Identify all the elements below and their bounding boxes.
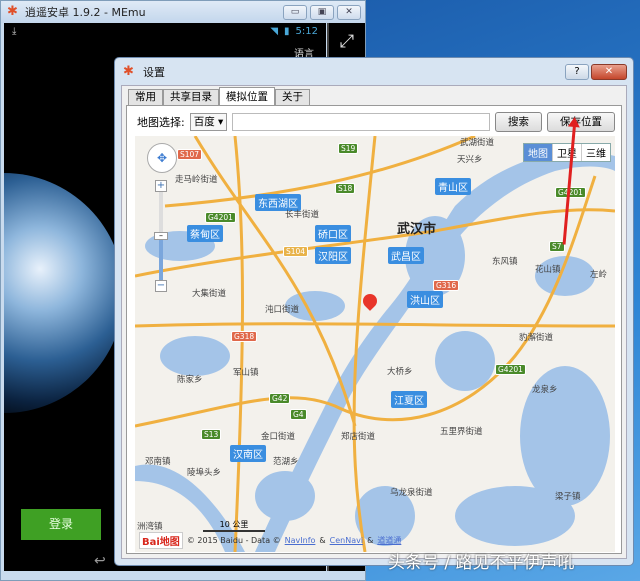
town-label: 金口街道: [261, 432, 296, 442]
close-dialog-button[interactable]: ✕: [591, 64, 627, 80]
town-label: 天兴乡: [457, 155, 483, 165]
tab-general[interactable]: 常用: [128, 89, 163, 105]
mock-location-panel: 地图选择: 百度 ▾ 搜索 保存位置 武汉市 东西湖区 硚口区 汉阳区 武昌区 …: [126, 105, 622, 554]
status-bar: ⤓ ◥ ▮ 5:12: [4, 23, 326, 39]
map-type-map[interactable]: 地图: [524, 144, 552, 161]
baidu-map-logo: Bai地图: [139, 532, 183, 549]
tab-about[interactable]: 关于: [275, 89, 310, 105]
tab-bar: 常用 共享目录 模拟位置 关于: [122, 87, 626, 105]
highway-shield: S107: [177, 149, 203, 160]
highway-shield: S13: [201, 429, 222, 440]
save-location-button[interactable]: 保存位置: [547, 111, 615, 132]
daodaotong-link[interactable]: 道道通: [377, 535, 401, 546]
zoom-out-button[interactable]: −: [155, 280, 167, 292]
map-type-satellite[interactable]: 卫星: [552, 144, 581, 161]
highway-shield: G4: [290, 409, 307, 420]
close-window-button[interactable]: ✕: [337, 5, 361, 20]
tab-shared-folder[interactable]: 共享目录: [163, 89, 219, 105]
map-view[interactable]: 武汉市 东西湖区 硚口区 汉阳区 武昌区 青山区 洪山区 蔡甸区 江夏区 汉南区…: [135, 136, 615, 552]
town-label: 五里界街道: [440, 427, 483, 437]
highway-shield: S19: [338, 143, 359, 154]
town-label: 大桥乡: [387, 367, 413, 377]
town-label: 左岭: [590, 270, 608, 280]
wifi-icon: ◥: [270, 25, 279, 37]
town-label: 花山镇: [535, 265, 561, 275]
town-label: 军山镇: [233, 368, 259, 378]
town-label: 走马岭街道: [175, 175, 218, 185]
highway-shield: G316: [433, 280, 460, 291]
town-label: 沌口街道: [265, 305, 300, 315]
district-label[interactable]: 硚口区: [315, 225, 351, 242]
map-type-switch: 地图 卫星 三维: [523, 143, 611, 162]
download-icon: ⤓: [12, 25, 17, 37]
town-label: 大集街道: [192, 289, 227, 299]
town-label: 洲湾镇: [137, 522, 163, 532]
dialog-titlebar: ✱ 设置: [115, 58, 633, 85]
memu-logo-icon: ✱: [123, 63, 134, 79]
town-label: 豹澥街道: [519, 333, 554, 343]
battery-icon: ▮: [284, 25, 290, 37]
town-label: 陵埠头乡: [187, 468, 222, 478]
town-label: 龙泉乡: [532, 385, 558, 395]
map-provider-select[interactable]: 百度 ▾: [189, 112, 228, 131]
help-button[interactable]: ?: [565, 64, 589, 80]
search-button[interactable]: 搜索: [495, 111, 542, 132]
emulator-title: 逍遥安卓 1.9.2 - MEmu: [25, 6, 146, 19]
district-label[interactable]: 青山区: [435, 178, 471, 195]
town-label: 梁子镇: [555, 492, 581, 502]
cennavi-link[interactable]: CenNavi: [330, 536, 363, 545]
fullscreen-icon[interactable]: ⤢: [329, 31, 365, 52]
highway-shield: G4201: [495, 364, 526, 375]
town-label: 长丰街道: [285, 210, 320, 220]
map-select-label: 地图选择:: [137, 115, 185, 129]
back-icon[interactable]: ↩: [94, 553, 106, 569]
district-label[interactable]: 江夏区: [391, 391, 427, 408]
pan-control-icon[interactable]: ✥: [147, 143, 177, 173]
district-label[interactable]: 汉阳区: [315, 247, 351, 264]
dialog-title: 设置: [143, 65, 165, 79]
search-input[interactable]: [232, 112, 490, 131]
map-scale: 10 公里: [203, 519, 265, 532]
tab-mock-location[interactable]: 模拟位置: [219, 87, 275, 105]
town-label: 武湖街道: [460, 138, 495, 148]
district-label[interactable]: 武昌区: [388, 247, 424, 264]
town-label: 范湖乡: [273, 457, 299, 467]
earth-wallpaper: [4, 173, 124, 413]
map-city-label: 武汉市: [397, 222, 437, 237]
town-label: 陈家乡: [177, 375, 203, 385]
login-button[interactable]: 登录: [21, 509, 101, 540]
map-copyright: Bai地图 © 2015 Baidu - Data © NavInfo & Ce…: [139, 532, 401, 549]
map-base: [135, 136, 615, 552]
town-label: 乌龙泉街道: [390, 488, 433, 498]
map-type-3d[interactable]: 三维: [581, 144, 610, 161]
watermark: 头条号 / 路见不平伊声吼: [388, 553, 575, 573]
clock: 5:12: [295, 25, 318, 37]
settings-dialog: ✱ 设置 ? ✕ 常用 共享目录 模拟位置 关于 地图选择: 百度 ▾ 搜索 保…: [114, 57, 634, 566]
zoom-control[interactable]: + – −: [154, 180, 168, 292]
highway-shield: G42: [269, 393, 291, 404]
zoom-in-button[interactable]: +: [155, 180, 167, 192]
town-label: 东风镇: [492, 257, 518, 267]
highway-shield: G4201: [555, 187, 586, 198]
minimize-button[interactable]: ▭: [283, 5, 307, 20]
memu-logo-icon: ✱: [7, 4, 18, 19]
district-label[interactable]: 洪山区: [407, 291, 443, 308]
district-label[interactable]: 蔡甸区: [187, 225, 223, 242]
highway-shield: S104: [283, 246, 309, 257]
district-label[interactable]: 汉南区: [230, 445, 266, 462]
highway-shield: S18: [335, 183, 356, 194]
highway-shield: G4201: [205, 212, 236, 223]
town-label: 邓南镇: [145, 457, 171, 467]
navinfo-link[interactable]: NavInfo: [285, 536, 316, 545]
highway-shield: G318: [231, 331, 258, 342]
zoom-slider-handle[interactable]: –: [154, 232, 168, 240]
maximize-button[interactable]: ▣: [310, 5, 334, 20]
town-label: 郑店街道: [341, 432, 376, 442]
